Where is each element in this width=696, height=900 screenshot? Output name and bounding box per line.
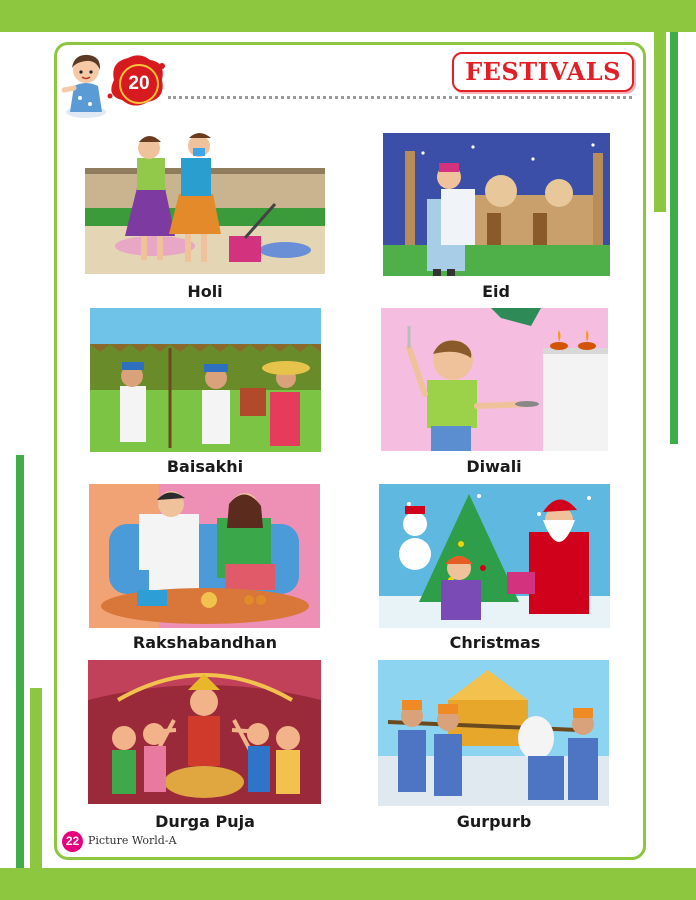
left-decor-bar [16,455,24,868]
page-number-badge: 22 [62,831,83,852]
eid-illustration [383,133,610,276]
festival-caption: Baisakhi [166,457,244,476]
festival-caption: Diwali [466,457,522,476]
right-decor-bar [654,32,666,212]
left-decor-bar-2 [30,688,42,868]
page-title: FESTIVALS [465,57,621,86]
header-dotted-rule [168,96,632,99]
diwali-illustration [381,308,608,451]
title-box: FESTIVALS [452,52,634,92]
lesson-number: 20 [119,64,159,104]
holi-illustration [85,128,325,274]
bottom-green-band [0,868,696,900]
festival-caption: Christmas [449,633,541,652]
durga-puja-illustration [88,660,321,804]
festival-caption: Durga Puja [155,812,255,831]
festival-caption: Holi [187,282,223,301]
festival-caption: Eid [482,282,510,301]
festival-caption: Rakshabandhan [132,633,278,652]
right-decor-bar-2 [670,32,678,444]
rakshabandhan-illustration [89,484,320,628]
gurpurb-illustration [378,660,609,806]
festival-caption: Gurpurb [456,812,532,831]
christmas-illustration [379,484,610,628]
baisakhi-illustration [90,308,321,452]
book-title: Picture World-A [88,834,177,847]
top-green-band [0,0,696,32]
